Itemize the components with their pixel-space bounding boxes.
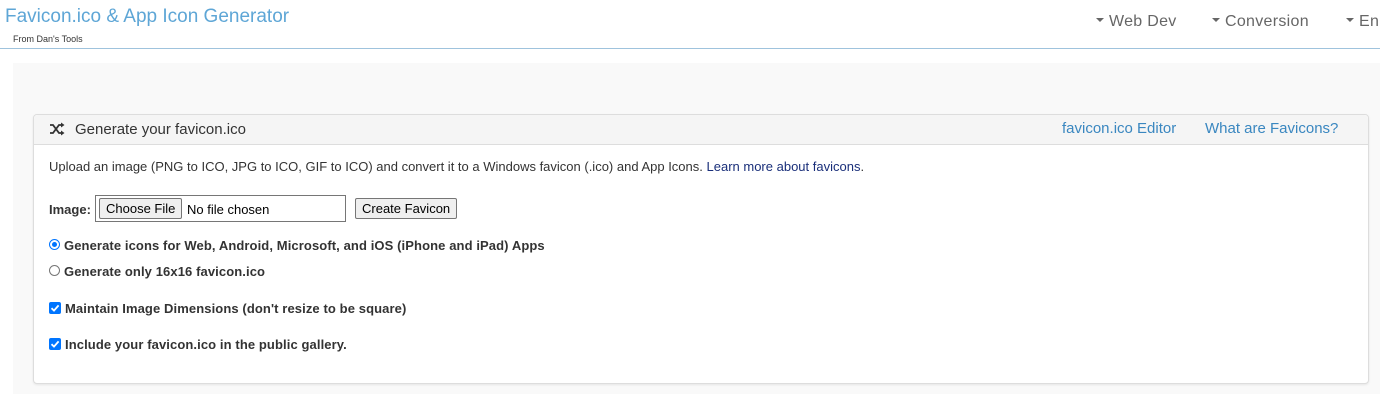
choose-file-button[interactable]: Choose File — [99, 198, 183, 219]
radio-16x16[interactable] — [49, 265, 60, 277]
description-period: . — [860, 159, 865, 174]
nav-web-dev[interactable]: Web Dev — [1096, 13, 1177, 31]
nav-label: Conversion — [1225, 13, 1309, 30]
option-all-platforms[interactable]: Generate icons for Web, Android, Microso… — [49, 238, 545, 253]
learn-more-link[interactable]: Learn more about favicons — [707, 159, 861, 174]
description: Upload an image (PNG to ICO, JPG to ICO,… — [49, 159, 864, 174]
favicon-editor-link[interactable]: favicon.ico Editor — [1062, 120, 1176, 137]
panel-title: Generate your favicon.ico — [75, 121, 246, 138]
checkmark-icon — [50, 304, 60, 312]
option-16x16[interactable]: Generate only 16x16 favicon.ico — [49, 264, 265, 279]
checkmark-icon — [50, 340, 60, 348]
brand-title[interactable]: Favicon.ico & App Icon Generator — [5, 6, 289, 28]
option-label: Generate only 16x16 favicon.ico — [64, 264, 266, 279]
image-label: Image: — [49, 202, 91, 217]
create-favicon-button[interactable]: Create Favicon — [355, 198, 458, 219]
nav-conversion[interactable]: Conversion — [1212, 13, 1309, 31]
radio-all-platforms[interactable] — [49, 239, 60, 251]
checkbox-maintain-dimensions[interactable] — [49, 301, 61, 314]
caret-down-icon — [1346, 17, 1354, 22]
top-navbar: Favicon.ico & App Icon Generator From Da… — [0, 0, 1380, 49]
option-label: Generate icons for Web, Android, Microso… — [64, 238, 545, 253]
panel-heading: Generate your favicon.ico favicon.ico Ed… — [34, 115, 1368, 145]
favicon-generator-panel: Generate your favicon.ico favicon.ico Ed… — [33, 114, 1369, 384]
option-public-gallery[interactable]: Include your favicon.ico in the public g… — [49, 337, 347, 352]
nav-label: Web Dev — [1109, 13, 1177, 30]
option-label: Maintain Image Dimensions (don't resize … — [65, 301, 407, 316]
option-maintain-dimensions[interactable]: Maintain Image Dimensions (don't resize … — [49, 301, 406, 316]
what-are-favicons-link[interactable]: What are Favicons? — [1205, 120, 1338, 137]
option-label: Include your favicon.ico in the public g… — [65, 337, 347, 352]
shuffle-icon — [50, 122, 65, 136]
nav-en[interactable]: En — [1346, 13, 1379, 31]
nav-label: En — [1359, 13, 1380, 30]
checkbox-public-gallery[interactable] — [49, 337, 61, 350]
file-status: No file chosen — [187, 202, 270, 217]
brand-subtitle[interactable]: From Dan's Tools — [13, 34, 83, 44]
description-text: Upload an image (PNG to ICO, JPG to ICO,… — [49, 159, 703, 174]
caret-down-icon — [1212, 17, 1220, 22]
caret-down-icon — [1096, 17, 1104, 22]
